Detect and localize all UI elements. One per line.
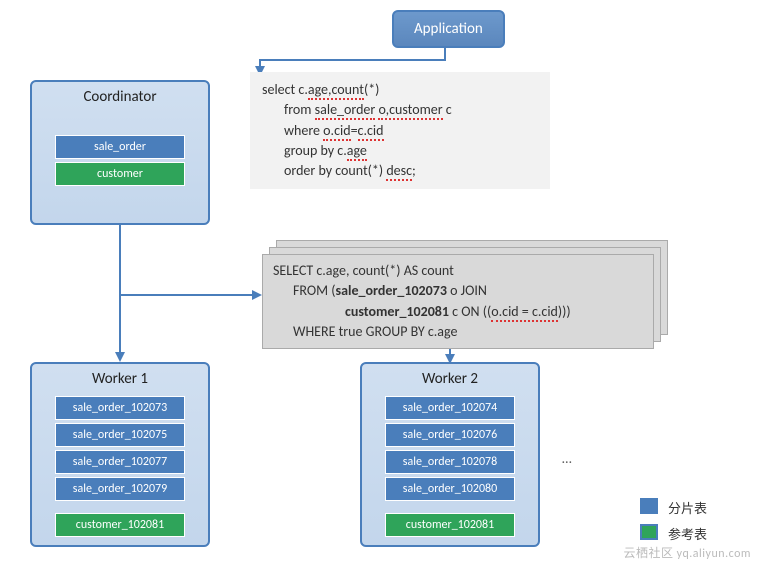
worker1-title: Worker 1 — [38, 370, 202, 388]
legend-ref-key — [640, 524, 658, 540]
legend-shard-key — [640, 498, 658, 514]
coordinator-table-customer: customer — [55, 162, 185, 186]
more-workers-ellipsis: … — [562, 450, 572, 467]
sql2-line4: WHERE true GROUP BY c.age — [273, 322, 643, 342]
worker2-shard-3: sale_order_102080 — [385, 477, 515, 501]
coordinator-title: Coordinator — [38, 88, 202, 106]
worker2-shard-0: sale_order_102074 — [385, 396, 515, 420]
worker1-node: Worker 1 sale_order_102073 sale_order_10… — [30, 362, 210, 547]
watermark: 云栖社区 yq.aliyun.com — [623, 544, 751, 561]
sql-rewritten: SELECT c.age, count(*) AS count FROM (sa… — [262, 254, 654, 349]
worker1-shard-1: sale_order_102075 — [55, 423, 185, 447]
legend-shard-label: 分片表 — [668, 498, 707, 517]
coordinator-table-sale-order: sale_order — [55, 135, 185, 159]
worker1-shard-3: sale_order_102079 — [55, 477, 185, 501]
worker1-shard-0: sale_order_102073 — [55, 396, 185, 420]
worker2-title: Worker 2 — [368, 370, 532, 388]
sql2-line3: customer_102081 c ON ((o.cid = c.cid))) — [273, 302, 643, 322]
sql1-line1: select c.age,count(*) — [262, 80, 538, 100]
worker1-ref: customer_102081 — [55, 513, 185, 537]
worker2-node: Worker 2 sale_order_102074 sale_order_10… — [360, 362, 540, 547]
sql1-line2: from sale_order o,customer c — [262, 100, 538, 120]
application-label: Application — [414, 20, 483, 38]
worker2-ref: customer_102081 — [385, 513, 515, 537]
sql1-line4: group by c.age — [262, 141, 538, 161]
sql-original: select c.age,count(*) from sale_order o,… — [250, 72, 550, 189]
sql2-line2: FROM (sale_order_102073 o JOIN — [273, 281, 643, 301]
worker2-shard-1: sale_order_102076 — [385, 423, 515, 447]
application-node: Application — [392, 10, 505, 48]
sql1-line3: where o.cid=c.cid — [262, 121, 538, 141]
sql1-line5: order by count(*) desc; — [262, 161, 538, 181]
sql2-line1: SELECT c.age, count(*) AS count — [273, 261, 643, 281]
sql-rewritten-stack: SELECT c.age, count(*) AS count FROM (sa… — [262, 240, 654, 335]
coordinator-node: Coordinator sale_order customer — [30, 80, 210, 225]
worker1-shard-2: sale_order_102077 — [55, 450, 185, 474]
worker2-shard-2: sale_order_102078 — [385, 450, 515, 474]
legend-ref-label: 参考表 — [668, 524, 707, 543]
